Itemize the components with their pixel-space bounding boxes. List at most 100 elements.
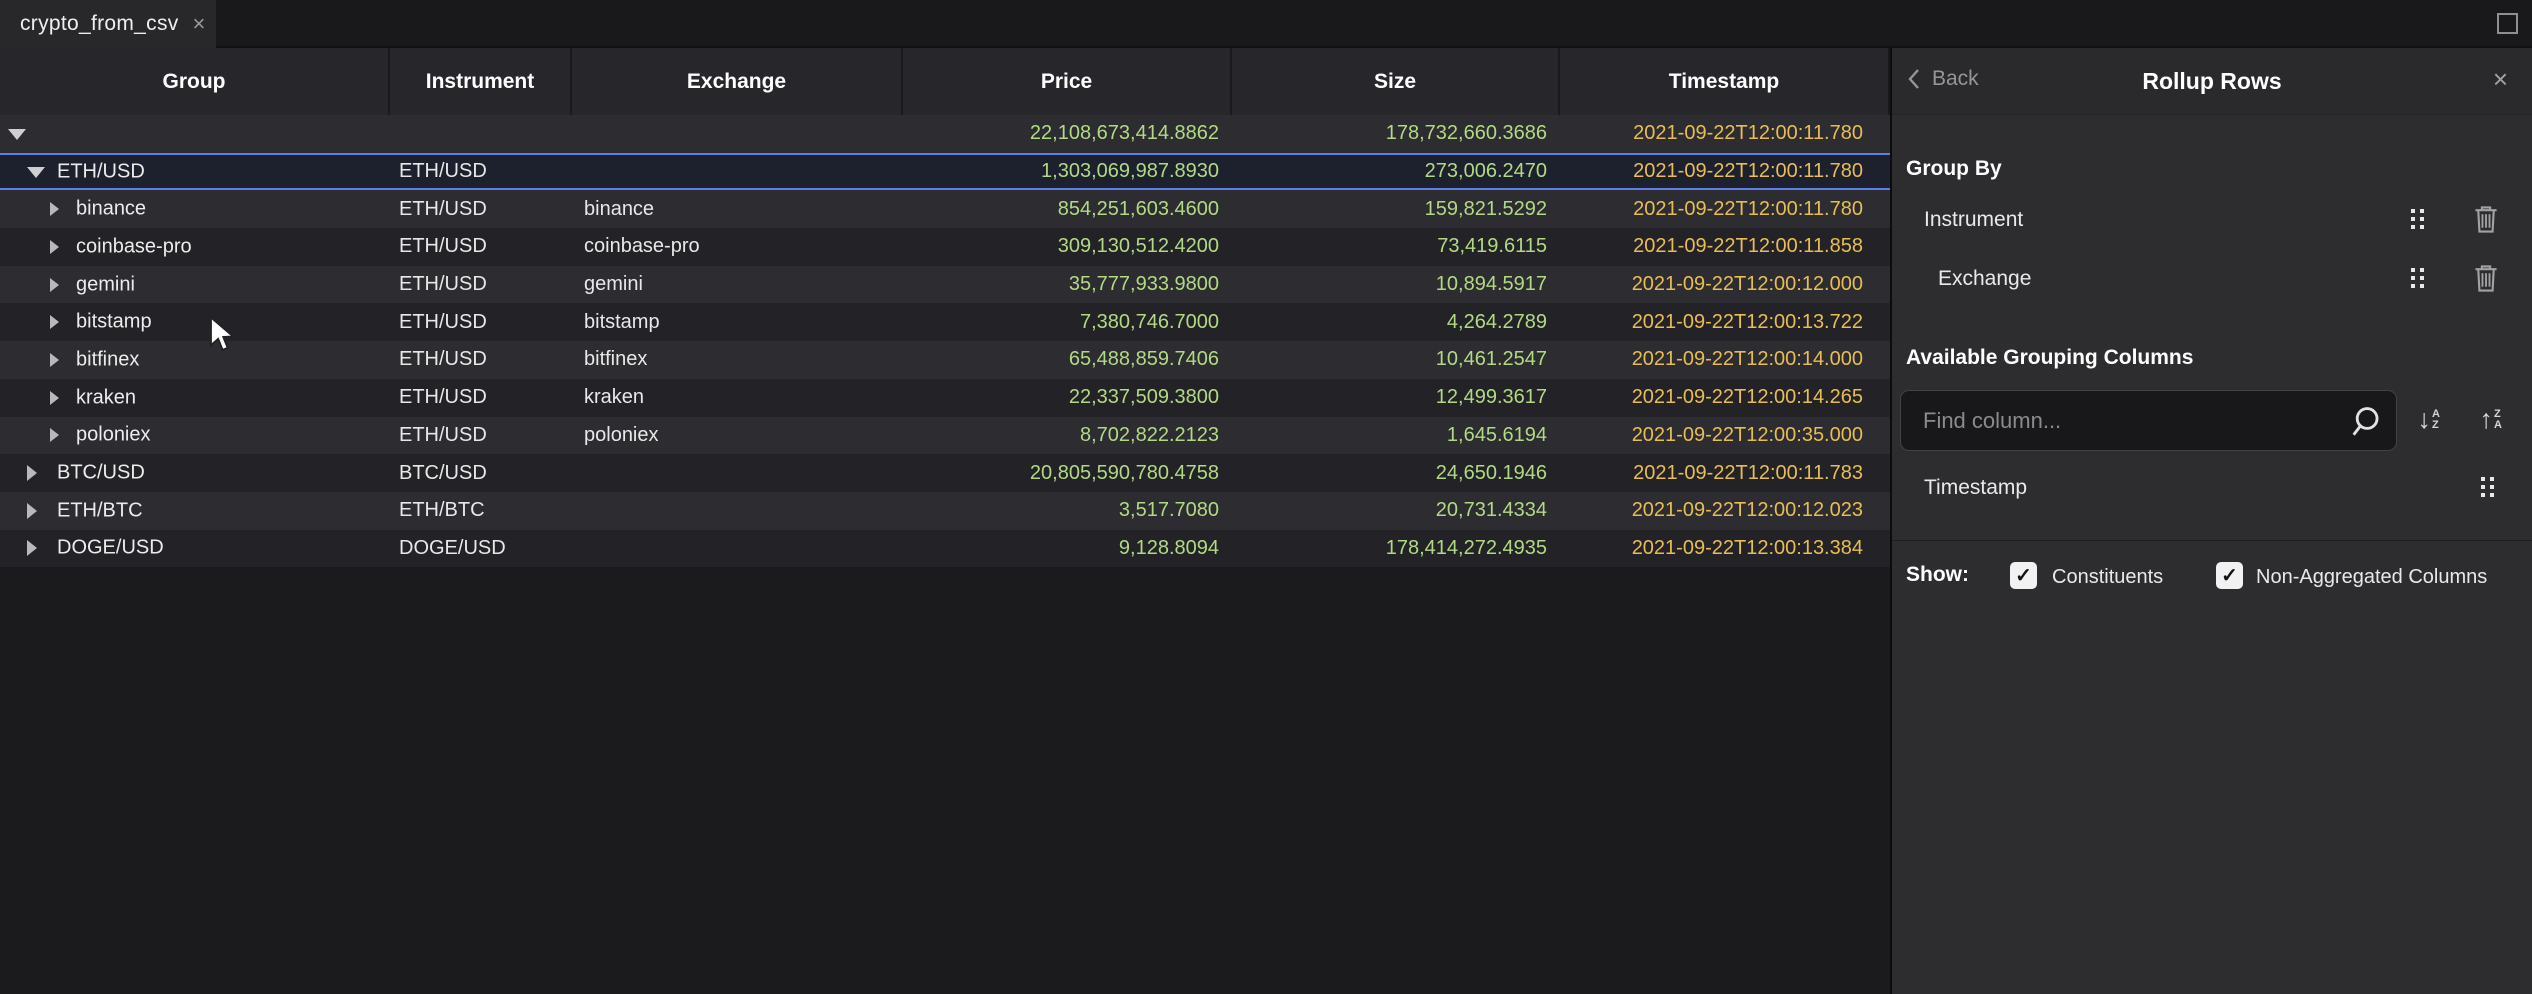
tab-crypto-from-csv[interactable]: crypto_from_csv ×	[0, 0, 216, 48]
table-row[interactable]: geminiETH/USDgemini35,777,933.980010,894…	[0, 266, 1890, 304]
exchange-cell	[572, 492, 903, 530]
maximize-icon[interactable]	[2497, 13, 2518, 34]
sort-desc-icon[interactable]: ↑ZA	[2480, 406, 2502, 433]
table-row[interactable]: BTC/USDBTC/USD20,805,590,780.475824,650.…	[0, 454, 1890, 492]
price-cell: 1,303,069,987.8930	[903, 155, 1232, 189]
price-cell: 7,380,746.7000	[903, 303, 1232, 341]
table-row[interactable]: DOGE/USDDOGE/USD9,128.8094178,414,272.49…	[0, 530, 1890, 568]
group-by-heading: Group By	[1906, 157, 2002, 181]
collapse-arrow-icon[interactable]	[50, 391, 59, 405]
close-icon[interactable]: ×	[2493, 66, 2508, 92]
price-cell: 22,337,509.3800	[903, 379, 1232, 417]
exchange-cell	[572, 115, 903, 153]
column-header-price[interactable]: Price	[903, 48, 1232, 115]
app-window: crypto_from_csv × GroupInstrumentExchang…	[0, 0, 2532, 994]
checkbox-label: Non-Aggregated Columns	[2256, 566, 2487, 589]
column-header-size[interactable]: Size	[1232, 48, 1560, 115]
expand-arrow-icon[interactable]	[27, 167, 45, 178]
collapse-arrow-icon[interactable]	[27, 503, 37, 519]
back-chevron-icon	[1908, 68, 1920, 90]
tab-title: crypto_from_csv	[20, 12, 179, 36]
exchange-cell: kraken	[572, 379, 903, 417]
sort-asc-icon[interactable]: ↓AZ	[2418, 406, 2440, 433]
timestamp-cell: 2021-09-22T12:00:12.000	[1560, 266, 1890, 304]
table-row[interactable]: 22,108,673,414.8862178,732,660.36862021-…	[0, 115, 1890, 153]
exchange-cell: coinbase-pro	[572, 228, 903, 266]
checkbox-constituents[interactable]: ✓	[2010, 562, 2037, 589]
timestamp-cell: 2021-09-22T12:00:35.000	[1560, 417, 1890, 455]
size-cell: 12,499.3617	[1232, 379, 1560, 417]
timestamp-cell: 2021-09-22T12:00:14.000	[1560, 341, 1890, 379]
table-row[interactable]: binanceETH/USDbinance854,251,603.4600159…	[0, 190, 1890, 228]
data-grid: GroupInstrumentExchangePriceSizeTimestam…	[0, 48, 1890, 994]
table-row[interactable]: bitstampETH/USDbitstamp7,380,746.70004,2…	[0, 303, 1890, 341]
grid-rows: 22,108,673,414.8862178,732,660.36862021-…	[0, 115, 1890, 568]
column-header-group[interactable]: Group	[0, 48, 390, 115]
instrument-cell: BTC/USD	[390, 454, 572, 492]
panel-title: Rollup Rows	[1892, 48, 2532, 115]
timestamp-cell: 2021-09-22T12:00:11.858	[1560, 228, 1890, 266]
instrument-cell: ETH/BTC	[390, 492, 572, 530]
drag-handle-icon[interactable]	[2411, 268, 2426, 293]
size-cell: 178,414,272.4935	[1232, 530, 1560, 568]
table-row[interactable]: ETH/USDETH/USD1,303,069,987.8930273,006.…	[0, 153, 1890, 191]
size-cell: 178,732,660.3686	[1232, 115, 1560, 153]
tab-close-icon[interactable]: ×	[193, 13, 206, 35]
price-cell: 65,488,859.7406	[903, 341, 1232, 379]
column-header-instrument[interactable]: Instrument	[390, 48, 572, 115]
delete-icon[interactable]	[2474, 265, 2498, 292]
back-button[interactable]: Back	[1908, 67, 1979, 91]
size-cell: 73,419.6115	[1232, 228, 1560, 266]
search-input[interactable]	[1901, 391, 2396, 450]
group-label: ETH/USD	[57, 160, 145, 183]
available-column-timestamp: Timestamp	[1924, 476, 2027, 500]
price-cell: 3,517.7080	[903, 492, 1232, 530]
group-cell: bitstamp	[0, 303, 390, 341]
collapse-arrow-icon[interactable]	[27, 465, 37, 481]
price-cell: 35,777,933.9800	[903, 266, 1232, 304]
collapse-arrow-icon[interactable]	[50, 202, 59, 216]
collapse-arrow-icon[interactable]	[50, 315, 59, 329]
find-column-search[interactable]	[1900, 390, 2397, 451]
price-cell: 8,702,822.2123	[903, 417, 1232, 455]
size-cell: 273,006.2470	[1232, 155, 1560, 189]
group-cell: ETH/USD	[0, 155, 390, 189]
group-label: ETH/BTC	[57, 499, 143, 522]
collapse-arrow-icon[interactable]	[50, 278, 59, 292]
table-row[interactable]: coinbase-proETH/USDcoinbase-pro309,130,5…	[0, 228, 1890, 266]
group-cell: poloniex	[0, 417, 390, 455]
table-row[interactable]: poloniexETH/USDpoloniex8,702,822.21231,6…	[0, 417, 1890, 455]
group-cell: coinbase-pro	[0, 228, 390, 266]
group-cell: gemini	[0, 266, 390, 304]
drag-handle-icon[interactable]	[2411, 209, 2426, 234]
exchange-cell	[572, 155, 903, 189]
checkbox-label: Constituents	[2052, 566, 2163, 589]
panel-header: Rollup Rows Back ×	[1892, 48, 2532, 115]
column-header-exchange[interactable]: Exchange	[572, 48, 903, 115]
collapse-arrow-icon[interactable]	[50, 353, 59, 367]
available-columns-heading: Available Grouping Columns	[1906, 346, 2193, 370]
collapse-arrow-icon[interactable]	[50, 428, 59, 442]
drag-handle-icon[interactable]	[2481, 477, 2496, 502]
size-cell: 159,821.5292	[1232, 190, 1560, 228]
delete-icon[interactable]	[2474, 206, 2498, 233]
exchange-cell	[572, 454, 903, 492]
section-divider	[1892, 540, 2532, 541]
size-cell: 24,650.1946	[1232, 454, 1560, 492]
group-cell: DOGE/USD	[0, 530, 390, 568]
instrument-cell: ETH/USD	[390, 341, 572, 379]
group-label: binance	[76, 198, 146, 221]
show-label: Show:	[1906, 563, 1969, 587]
group-label: gemini	[76, 273, 135, 296]
collapse-arrow-icon[interactable]	[50, 240, 59, 254]
table-row[interactable]: bitfinexETH/USDbitfinex65,488,859.740610…	[0, 341, 1890, 379]
expand-arrow-icon[interactable]	[8, 129, 26, 140]
price-cell: 309,130,512.4200	[903, 228, 1232, 266]
table-row[interactable]: ETH/BTCETH/BTC3,517.708020,731.43342021-…	[0, 492, 1890, 530]
table-row[interactable]: krakenETH/USDkraken22,337,509.380012,499…	[0, 379, 1890, 417]
instrument-cell: ETH/USD	[390, 379, 572, 417]
instrument-cell: ETH/USD	[390, 303, 572, 341]
collapse-arrow-icon[interactable]	[27, 540, 37, 556]
checkbox-non-aggregated-columns[interactable]: ✓	[2216, 562, 2243, 589]
column-header-timestamp[interactable]: Timestamp	[1560, 48, 1890, 115]
